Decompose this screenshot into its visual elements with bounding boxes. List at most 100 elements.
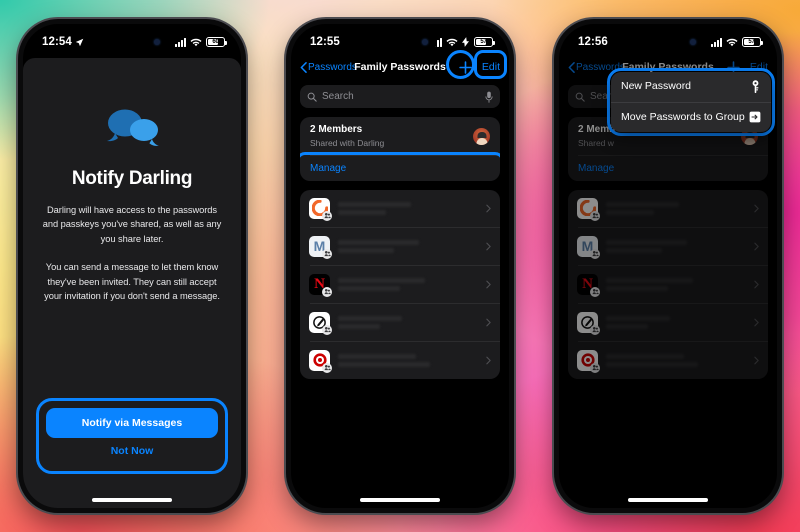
plus-icon[interactable] — [458, 60, 473, 75]
shared-badge-icon — [322, 248, 332, 259]
dynamic-island-2 — [363, 32, 437, 52]
wifi-icon — [726, 38, 738, 46]
chevron-right-icon — [486, 242, 491, 251]
table-row[interactable] — [568, 342, 768, 379]
nav-bar-2: Passwords Family Passwords Edit — [291, 50, 509, 80]
battery-level-3: 57 — [748, 39, 755, 45]
chevron-right-icon — [486, 318, 491, 327]
redacted-entry-text — [338, 201, 478, 215]
redacted-entry-text — [338, 277, 478, 291]
notify-paragraph-1: Darling will have access to the password… — [42, 205, 222, 244]
cellular-bars-icon — [711, 37, 722, 47]
table-row[interactable] — [568, 190, 768, 227]
menu-item-new-password[interactable]: New Password — [611, 72, 771, 102]
shared-badge-icon — [590, 362, 600, 373]
chevron-right-icon — [754, 356, 759, 365]
table-row[interactable] — [300, 190, 500, 227]
chevron-left-icon — [300, 61, 307, 73]
manage-row-3[interactable]: Manage — [568, 156, 768, 181]
avatar — [473, 127, 490, 145]
status-indicators-2: 57 — [431, 37, 495, 47]
chevron-right-icon — [486, 204, 491, 213]
highlight-manage-row — [300, 151, 500, 181]
nav-actions-2: Edit — [458, 60, 500, 75]
table-row[interactable]: M — [300, 228, 500, 265]
password-list-2: M N — [300, 189, 500, 379]
chat-bubbles-icon — [41, 104, 223, 150]
back-to-passwords-button[interactable]: Passwords — [300, 62, 357, 73]
pen-circle-icon — [577, 311, 600, 335]
chevron-right-icon — [754, 318, 759, 327]
redacted-entry-text — [606, 353, 746, 367]
search-placeholder-2: Search — [322, 91, 354, 102]
edit-button[interactable]: Edit — [482, 61, 500, 73]
ring-orange-icon — [309, 197, 332, 221]
chevron-right-icon — [754, 204, 759, 213]
redacted-entry-text — [606, 277, 746, 291]
search-icon — [307, 92, 317, 102]
charging-bolt-icon — [462, 37, 469, 47]
manage-row-2[interactable]: Manage — [300, 151, 500, 181]
members-row-2[interactable]: 2 Members Shared with Darling — [300, 117, 500, 155]
table-row[interactable]: M — [568, 228, 768, 265]
manage-label-3: Manage — [578, 162, 615, 174]
pen-circle-icon — [309, 311, 332, 335]
key-icon — [752, 80, 759, 94]
battery-icon-2: 57 — [474, 37, 495, 47]
target-red-icon — [577, 349, 600, 373]
microphone-icon[interactable] — [485, 91, 493, 103]
status-indicators-1: 60 — [175, 37, 227, 47]
page-title: Notify Darling — [71, 168, 193, 189]
phone-family-passwords: 12:55 57 Passwords Family Passwords Edit… — [286, 19, 514, 513]
shared-badge-icon — [590, 210, 600, 221]
menu-item-move-passwords-label: Move Passwords to Group — [621, 110, 745, 123]
members-subtitle-3: Shared w — [578, 137, 614, 148]
chevron-right-icon — [754, 280, 759, 289]
chevron-left-icon — [568, 61, 575, 73]
add-context-menu-wrapper: New Password Move Passwords to Group — [607, 68, 775, 137]
shared-badge-icon — [590, 324, 600, 335]
members-subtitle-2: Shared with Darling — [310, 137, 385, 148]
redacted-entry-text — [606, 201, 746, 215]
menu-item-move-passwords-to-group[interactable]: Move Passwords to Group — [611, 103, 771, 133]
shared-badge-icon — [322, 286, 332, 297]
shared-badge-icon — [322, 324, 332, 335]
chevron-right-icon — [486, 280, 491, 289]
members-count-2: 2 Members — [310, 124, 363, 135]
ring-orange-icon — [577, 197, 600, 221]
phone-add-menu: 12:56 57 Passwords Family Passwords Edit… — [554, 19, 782, 513]
table-row[interactable] — [300, 304, 500, 341]
phone-notify-darling: 12:54 60 Notify Darling Darling will hav… — [18, 19, 246, 513]
phone-2-screen: 12:55 57 Passwords Family Passwords Edit… — [291, 24, 509, 508]
chevron-right-icon — [486, 356, 491, 365]
phone-1-screen: 12:54 60 Notify Darling Darling will hav… — [23, 24, 241, 508]
password-list-3: M N — [568, 189, 768, 379]
not-now-button[interactable]: Not Now — [46, 438, 218, 464]
redacted-entry-text — [606, 315, 746, 329]
status-time-label-1: 12:54 — [42, 36, 72, 48]
shared-badge-icon — [590, 286, 600, 297]
table-row[interactable] — [300, 342, 500, 379]
home-indicator-1 — [92, 498, 172, 502]
table-row[interactable]: N — [300, 266, 500, 303]
dynamic-island-1 — [95, 32, 169, 52]
status-time-3: 12:56 — [578, 36, 608, 48]
notify-paragraph-2: You can send a message to let them know … — [44, 262, 220, 302]
search-bar-2[interactable]: Search — [300, 85, 500, 108]
notify-via-messages-button[interactable]: Notify via Messages — [46, 408, 218, 438]
home-indicator-2 — [360, 498, 440, 502]
target-red-icon — [309, 349, 332, 373]
menu-item-new-password-label: New Password — [621, 80, 692, 92]
add-context-menu: New Password Move Passwords to Group — [611, 72, 771, 133]
status-time-label-2: 12:55 — [310, 36, 340, 48]
table-row[interactable] — [568, 304, 768, 341]
dynamic-island-3 — [631, 32, 705, 52]
move-to-folder-icon — [749, 112, 761, 123]
shared-badge-icon — [322, 362, 332, 373]
back-label-2: Passwords — [308, 61, 357, 73]
status-time-label-3: 12:56 — [578, 36, 608, 48]
redacted-entry-text — [338, 353, 478, 367]
redacted-entry-text — [606, 239, 746, 253]
shared-badge-icon — [590, 248, 600, 259]
table-row[interactable]: N — [568, 266, 768, 303]
